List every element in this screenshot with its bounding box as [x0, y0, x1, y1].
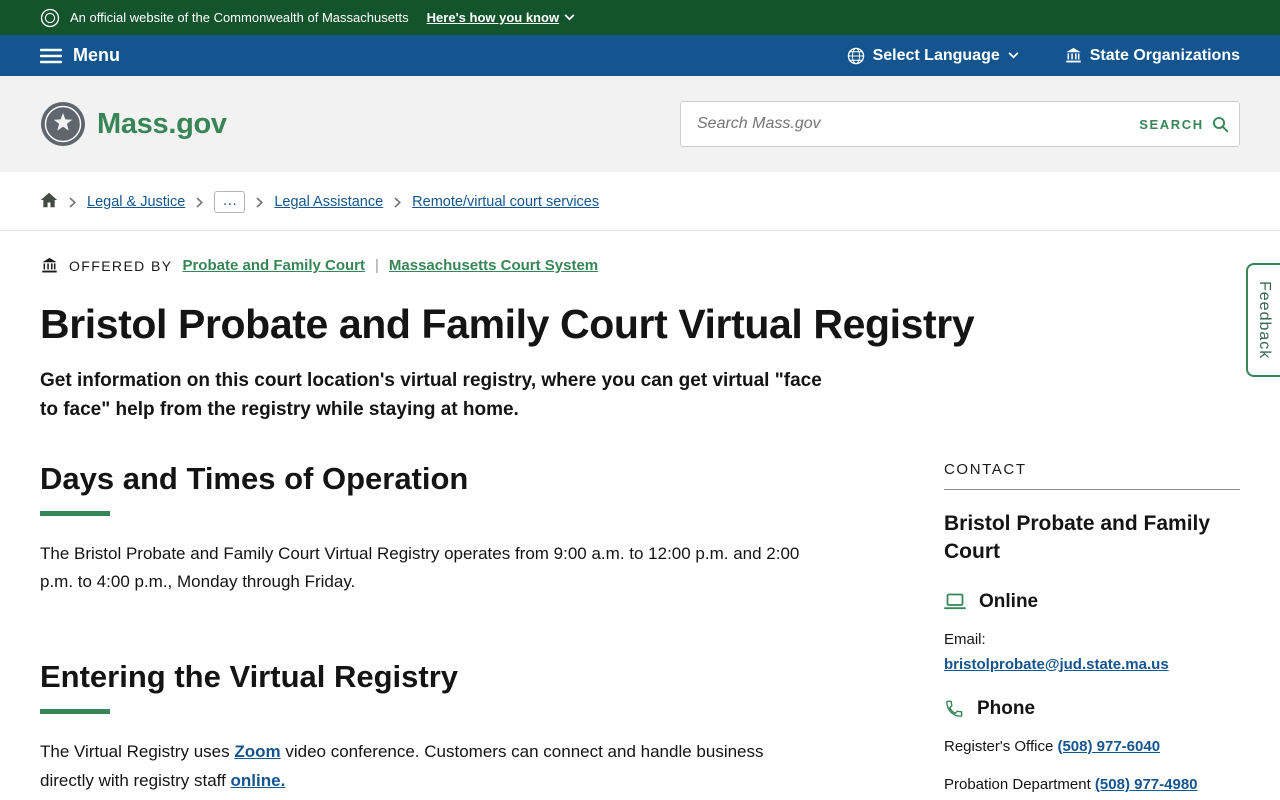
- main-content: Days and Times of Operation The Bristol …: [40, 451, 892, 795]
- section-heading-entering: Entering the Virtual Registry: [40, 658, 459, 694]
- search-button[interactable]: SEARCH: [1129, 102, 1239, 146]
- heading-accent-bar: [40, 708, 110, 714]
- phone-number-link[interactable]: (508) 977-6040: [1057, 738, 1160, 755]
- contact-online-heading-row: Online: [944, 591, 1240, 613]
- offered-by-ma-court-system-link[interactable]: Massachusetts Court System: [389, 257, 598, 274]
- search-icon: [1212, 116, 1229, 133]
- massgov-wordmark: Mass.gov: [97, 107, 227, 140]
- breadcrumb-remote-virtual-court-services[interactable]: Remote/virtual court services: [412, 194, 599, 210]
- offered-by-probate-family-court-link[interactable]: Probate and Family Court: [182, 257, 365, 274]
- select-language-label: Select Language: [872, 46, 1000, 64]
- contact-divider: [944, 488, 1240, 490]
- massgov-logo[interactable]: Mass.gov: [40, 101, 227, 147]
- offered-by-label: OFFERED BY: [69, 257, 173, 274]
- chevron-down-icon: [564, 14, 575, 21]
- breadcrumb-ellipsis-button[interactable]: …: [214, 191, 246, 213]
- main-navbar: Menu Select Language State Organizations: [0, 35, 1280, 76]
- phone-label: Register's Office: [944, 737, 1054, 755]
- phone-number-link[interactable]: (508) 977-4980: [1095, 776, 1198, 793]
- government-building-icon: [1065, 47, 1082, 64]
- laptop-icon: [944, 593, 966, 611]
- zoom-link[interactable]: Zoom: [234, 742, 280, 761]
- page-lede: Get information on this court location's…: [40, 370, 822, 421]
- globe-icon: [847, 47, 865, 65]
- site-search: SEARCH: [680, 101, 1240, 147]
- heres-how-you-know-label: Here's how you know: [426, 10, 560, 25]
- contact-online-heading: Online: [979, 590, 1039, 612]
- page-title: Bristol Probate and Family Court Virtual…: [40, 301, 975, 347]
- state-seal-icon: [40, 8, 60, 28]
- phone-icon: [944, 699, 964, 719]
- site-header: Mass.gov SEARCH: [0, 76, 1280, 172]
- content-area: Days and Times of Operation The Bristol …: [0, 425, 1280, 797]
- breadcrumb: Legal & Justice … Legal Assistance Remot…: [0, 172, 1280, 231]
- state-organizations-link[interactable]: State Organizations: [1065, 47, 1240, 65]
- official-banner-text: An official website of the Commonwealth …: [70, 10, 409, 25]
- phone-row-registers-office: Register's Office (508) 977-6040: [944, 736, 1240, 759]
- offered-by-links: Probate and Family Court | Massachusetts…: [182, 257, 598, 274]
- contact-phone-heading-row: Phone: [944, 698, 1240, 720]
- contact-phone-heading: Phone: [977, 697, 1036, 719]
- heres-how-you-know-button[interactable]: Here's how you know: [427, 10, 575, 25]
- navbar-utilities: Select Language State Organizations: [847, 47, 1240, 65]
- chevron-right-icon: [394, 196, 402, 208]
- offered-by: OFFERED BY Probate and Family Court | Ma…: [40, 257, 1240, 274]
- feedback-tab[interactable]: Feedback: [1246, 263, 1280, 378]
- entering-text-before: The Virtual Registry uses: [40, 741, 235, 761]
- email-link[interactable]: bristolprobate@jud.state.ma.us: [944, 656, 1169, 673]
- official-banner: An official website of the Commonwealth …: [0, 0, 1280, 35]
- massgov-seal-icon: [40, 101, 86, 147]
- search-button-label: SEARCH: [1139, 116, 1204, 132]
- menu-button[interactable]: Menu: [40, 45, 120, 66]
- breadcrumb-legal-justice[interactable]: Legal & Justice: [87, 194, 185, 210]
- email-label: Email:: [944, 630, 986, 648]
- search-input[interactable]: [681, 102, 1129, 146]
- chevron-right-icon: [69, 196, 76, 208]
- bank-building-icon: [40, 257, 59, 274]
- heading-accent-bar: [40, 510, 110, 516]
- contact-label: CONTACT: [944, 460, 1027, 478]
- phone-label: Probation Department: [944, 776, 1091, 794]
- contact-court-name: Bristol Probate and Family Court: [944, 511, 1211, 564]
- section-heading-days-times: Days and Times of Operation: [40, 460, 469, 496]
- home-icon: [40, 192, 58, 208]
- select-language-button[interactable]: Select Language: [847, 47, 1019, 65]
- contact-sidebar: CONTACT Bristol Probate and Family Court…: [944, 451, 1240, 797]
- menu-label: Menu: [73, 45, 120, 65]
- phone-row-probation-department: Probation Department (508) 977-4980: [944, 774, 1240, 797]
- chevron-right-icon: [256, 196, 264, 208]
- chevron-down-icon: [1008, 52, 1019, 59]
- hamburger-icon: [40, 48, 62, 64]
- breadcrumb-home-link[interactable]: [40, 192, 58, 212]
- section-body-entering: The Virtual Registry uses Zoom video con…: [40, 738, 815, 795]
- state-organizations-label: State Organizations: [1089, 46, 1240, 64]
- online-link[interactable]: online.: [231, 771, 286, 790]
- breadcrumb-legal-assistance[interactable]: Legal Assistance: [274, 194, 383, 210]
- section-body-days-times: The Bristol Probate and Family Court Vir…: [40, 543, 800, 592]
- offered-by-separator: |: [375, 257, 379, 274]
- chevron-right-icon: [196, 196, 204, 208]
